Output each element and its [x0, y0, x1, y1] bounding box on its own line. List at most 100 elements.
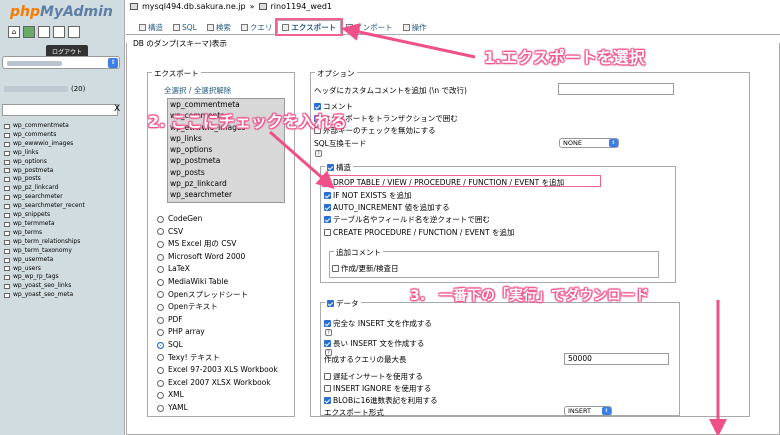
- complete-insert-checkbox[interactable]: [324, 320, 331, 327]
- export-format-option[interactable]: Texy! テキスト: [157, 352, 278, 365]
- export-format-option[interactable]: SQL: [157, 339, 278, 352]
- dates-checkbox[interactable]: [332, 265, 339, 272]
- format-radio[interactable]: [157, 215, 164, 223]
- sidebar-table-item[interactable]: wp_searchmeter: [4, 193, 85, 202]
- backquote-checkbox[interactable]: [324, 216, 331, 223]
- tab-operations[interactable]: 操作: [398, 20, 432, 34]
- format-radio[interactable]: [157, 240, 164, 248]
- tab-export[interactable]: エクスポート: [275, 18, 344, 36]
- export-format-option[interactable]: MediaWiki Table: [157, 276, 278, 289]
- auto-increment-option[interactable]: AUTO_INCREMENT 値を追加する: [324, 202, 450, 213]
- export-table-option[interactable]: wp_options: [168, 144, 284, 155]
- sidebar-table-item[interactable]: wp_pz_linkcard: [4, 184, 85, 193]
- if-not-exists-checkbox[interactable]: [324, 192, 331, 199]
- database-selector[interactable]: ⇕: [2, 56, 120, 69]
- format-radio[interactable]: [157, 379, 164, 387]
- format-radio[interactable]: [157, 228, 164, 236]
- breadcrumb-server[interactable]: mysql494.db.sakura.ne.jp: [142, 2, 246, 11]
- insert-ignore-option[interactable]: INSERT IGNORE を使用する: [324, 383, 431, 394]
- tab-import[interactable]: インポート: [341, 20, 398, 34]
- docs-icon[interactable]: [53, 26, 65, 38]
- complete-insert-option[interactable]: 完全な INSERT 文を作成する: [324, 318, 432, 329]
- sidebar-table-item[interactable]: wp_searchmeter_recent: [4, 202, 85, 211]
- if-not-exists-option[interactable]: IF NOT EXISTS を追加: [324, 190, 411, 201]
- export-format-option[interactable]: MS Excel 用の CSV: [157, 238, 278, 251]
- export-format-option[interactable]: Openテキスト: [157, 301, 278, 314]
- format-radio[interactable]: [157, 329, 164, 337]
- tab-query[interactable]: クエリ: [236, 20, 278, 34]
- data-legend[interactable]: データ: [325, 298, 361, 309]
- format-radio[interactable]: [157, 291, 164, 299]
- sidebar-table-item[interactable]: wp_users: [4, 265, 85, 274]
- export-table-option[interactable]: wp_links: [168, 133, 284, 144]
- format-radio[interactable]: [157, 253, 164, 261]
- extended-insert-option[interactable]: 長い INSERT 文を作成する: [324, 338, 424, 349]
- delayed-insert-option[interactable]: 遅延インサートを使用する: [324, 371, 423, 382]
- home-icon[interactable]: ⌂: [8, 26, 20, 38]
- format-radio[interactable]: [157, 392, 164, 400]
- format-radio[interactable]: [157, 366, 164, 374]
- sidebar-table-item[interactable]: wp_term_taxonomy: [4, 247, 85, 256]
- format-radio[interactable]: [157, 303, 164, 311]
- export-type-select[interactable]: INSERT ⇕: [564, 406, 612, 416]
- query-window-icon[interactable]: [38, 26, 50, 38]
- create-procedure-option[interactable]: CREATE PROCEDURE / FUNCTION / EVENT を追加: [324, 227, 515, 238]
- structure-legend[interactable]: 構造: [325, 162, 353, 173]
- sidebar-table-item[interactable]: wp_comments: [4, 131, 85, 140]
- select-all-link[interactable]: 全選択: [164, 86, 187, 95]
- export-table-option[interactable]: wp_pz_linkcard: [168, 178, 284, 189]
- export-format-option[interactable]: LaTeX: [157, 263, 278, 276]
- sql-compat-select[interactable]: NONE ⇕: [559, 138, 619, 148]
- sidebar-table-item[interactable]: wp_usermeta: [4, 256, 85, 265]
- sidebar-table-item[interactable]: wp_terms: [4, 229, 85, 238]
- table-filter-input[interactable]: [2, 104, 118, 116]
- tab-search[interactable]: 検索: [202, 20, 236, 34]
- auto-increment-checkbox[interactable]: [324, 204, 331, 211]
- sidebar-table-item[interactable]: wp_wp_rp_tags: [4, 273, 85, 282]
- settings-icon[interactable]: [68, 26, 80, 38]
- delayed-insert-checkbox[interactable]: [324, 373, 331, 380]
- export-format-option[interactable]: Microsoft Word 2000: [157, 251, 278, 264]
- phpmyadmin-logo[interactable]: phpMyAdmin: [10, 4, 113, 20]
- format-radio[interactable]: [157, 404, 164, 412]
- blob-hex-option[interactable]: BLOBに16進数表記を利用する: [324, 395, 438, 406]
- export-format-option[interactable]: PDF: [157, 314, 278, 327]
- help-icon[interactable]: ?: [315, 150, 322, 157]
- export-format-option[interactable]: YAML: [157, 402, 278, 415]
- tab-sql[interactable]: SQL: [168, 20, 202, 34]
- help-icon[interactable]: ?: [325, 329, 332, 336]
- format-radio[interactable]: [157, 341, 164, 349]
- extended-insert-checkbox[interactable]: [324, 340, 331, 347]
- sidebar-table-item[interactable]: wp_ewwwio_images: [4, 140, 85, 149]
- sidebar-table-item[interactable]: wp_term_relationships: [4, 238, 85, 247]
- export-format-option[interactable]: Openスプレッドシート: [157, 289, 278, 302]
- sidebar-table-item[interactable]: wp_links: [4, 149, 85, 158]
- export-table-option[interactable]: wp_postmeta: [168, 155, 284, 166]
- create-procedure-checkbox[interactable]: [324, 229, 331, 236]
- export-format-option[interactable]: Excel 2007 XLSX Workbook: [157, 377, 278, 390]
- clear-filter-button[interactable]: X: [114, 104, 120, 114]
- data-checkbox[interactable]: [327, 300, 334, 307]
- sidebar-table-item[interactable]: wp_commentmeta: [4, 122, 85, 131]
- blob-hex-checkbox[interactable]: [324, 397, 331, 404]
- structure-checkbox[interactable]: [327, 164, 334, 171]
- deselect-all-link[interactable]: 全選択解除: [194, 86, 232, 95]
- export-format-option[interactable]: CodeGen: [157, 213, 278, 226]
- format-radio[interactable]: [157, 354, 164, 362]
- tab-structure[interactable]: 構造: [134, 20, 168, 34]
- sidebar-table-item[interactable]: wp_postmeta: [4, 167, 85, 176]
- sidebar-table-item[interactable]: wp_termmeta: [4, 220, 85, 229]
- export-table-option[interactable]: wp_searchmeter: [168, 189, 284, 200]
- header-comment-input[interactable]: [558, 83, 674, 95]
- max-query-input[interactable]: 50000: [564, 353, 669, 365]
- export-format-option[interactable]: PHP array: [157, 326, 278, 339]
- logout-icon[interactable]: [23, 26, 35, 38]
- backquote-option[interactable]: テーブル名やフィールド名を逆クォートで囲む: [324, 214, 490, 225]
- sidebar-table-item[interactable]: wp_options: [4, 158, 85, 167]
- sidebar-table-item[interactable]: wp_snippets: [4, 211, 85, 220]
- export-format-option[interactable]: Excel 97-2003 XLS Workbook: [157, 364, 278, 377]
- database-link[interactable]: (20): [4, 85, 85, 93]
- sidebar-table-item[interactable]: wp_yoast_seo_meta: [4, 291, 85, 300]
- export-format-option[interactable]: CSV: [157, 226, 278, 239]
- sidebar-table-item[interactable]: wp_yoast_seo_links: [4, 282, 85, 291]
